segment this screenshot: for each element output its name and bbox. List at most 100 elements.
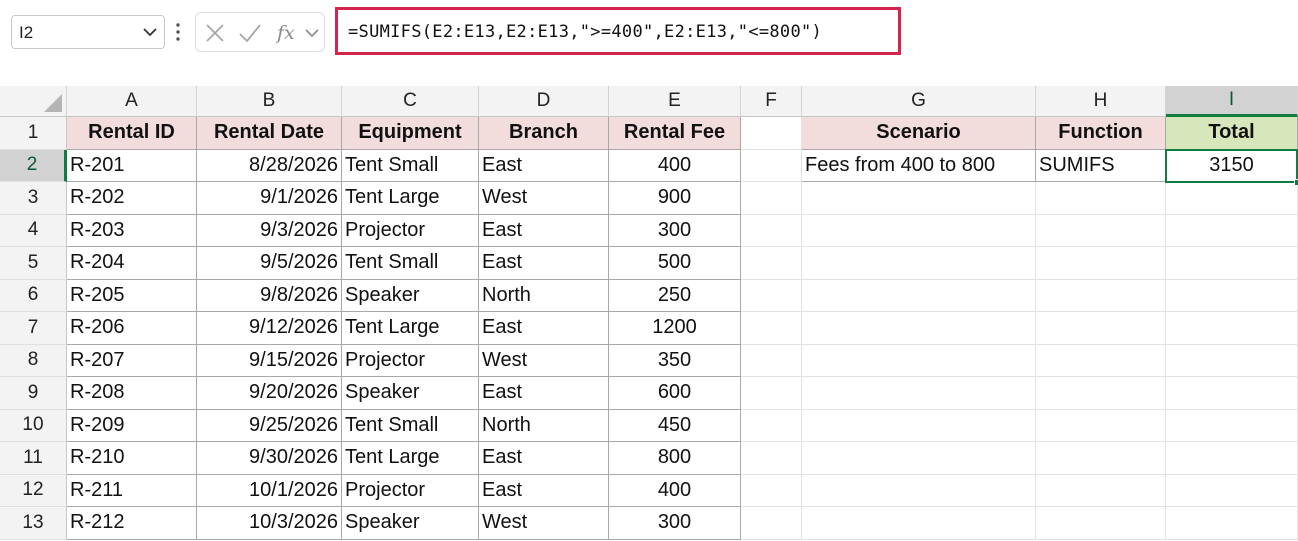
cell-d9[interactable]: East: [479, 377, 609, 410]
cell-d7[interactable]: East: [479, 312, 609, 345]
cell-f10[interactable]: [741, 409, 802, 442]
cell-a13[interactable]: R-212: [67, 507, 197, 540]
row-header-3[interactable]: 3: [0, 182, 67, 215]
cell-c1[interactable]: Equipment: [342, 117, 479, 150]
cell-i3[interactable]: [1166, 182, 1298, 215]
cell-g11[interactable]: [802, 442, 1036, 475]
cell-c12[interactable]: Projector: [342, 474, 479, 507]
cell-e4[interactable]: 300: [609, 214, 741, 247]
cell-c13[interactable]: Speaker: [342, 507, 479, 540]
cell-b2[interactable]: 8/28/2026: [197, 149, 342, 182]
cell-e7[interactable]: 1200: [609, 312, 741, 345]
cell-e5[interactable]: 500: [609, 247, 741, 280]
cell-c9[interactable]: Speaker: [342, 377, 479, 410]
cell-f6[interactable]: [741, 279, 802, 312]
cell-e10[interactable]: 450: [609, 409, 741, 442]
row-header-10[interactable]: 10: [0, 409, 67, 442]
cell-b4[interactable]: 9/3/2026: [197, 214, 342, 247]
cell-e3[interactable]: 900: [609, 182, 741, 215]
cell-h6[interactable]: [1036, 279, 1166, 312]
cell-b6[interactable]: 9/8/2026: [197, 279, 342, 312]
cell-a4[interactable]: R-203: [67, 214, 197, 247]
cell-h3[interactable]: [1036, 182, 1166, 215]
cell-a1[interactable]: Rental ID: [67, 117, 197, 150]
cell-h7[interactable]: [1036, 312, 1166, 345]
cell-c6[interactable]: Speaker: [342, 279, 479, 312]
cell-g7[interactable]: [802, 312, 1036, 345]
cell-d5[interactable]: East: [479, 247, 609, 280]
cell-e1[interactable]: Rental Fee: [609, 117, 741, 150]
cell-i2[interactable]: 3150: [1166, 149, 1298, 182]
column-header-i[interactable]: I: [1166, 86, 1298, 117]
cell-g5[interactable]: [802, 247, 1036, 280]
row-header-8[interactable]: 8: [0, 344, 67, 377]
column-header-b[interactable]: B: [197, 86, 342, 117]
cell-i1[interactable]: Total: [1166, 117, 1298, 150]
cell-a9[interactable]: R-208: [67, 377, 197, 410]
cell-f11[interactable]: [741, 442, 802, 475]
cell-a11[interactable]: R-210: [67, 442, 197, 475]
cell-c11[interactable]: Tent Large: [342, 442, 479, 475]
cell-h13[interactable]: [1036, 507, 1166, 540]
cell-h2[interactable]: SUMIFS: [1036, 149, 1166, 182]
cell-b7[interactable]: 9/12/2026: [197, 312, 342, 345]
cell-g1[interactable]: Scenario: [802, 117, 1036, 150]
cell-e11[interactable]: 800: [609, 442, 741, 475]
row-header-1[interactable]: 1: [0, 117, 67, 150]
cell-e6[interactable]: 250: [609, 279, 741, 312]
column-header-f[interactable]: F: [741, 86, 802, 117]
cell-f1[interactable]: [741, 117, 802, 150]
cell-a5[interactable]: R-204: [67, 247, 197, 280]
cell-i11[interactable]: [1166, 442, 1298, 475]
cell-d10[interactable]: North: [479, 409, 609, 442]
column-header-c[interactable]: C: [342, 86, 479, 117]
cell-a2[interactable]: R-201: [67, 149, 197, 182]
cell-b11[interactable]: 9/30/2026: [197, 442, 342, 475]
cell-i8[interactable]: [1166, 344, 1298, 377]
cell-c4[interactable]: Projector: [342, 214, 479, 247]
cell-f4[interactable]: [741, 214, 802, 247]
row-header-12[interactable]: 12: [0, 474, 67, 507]
cell-d3[interactable]: West: [479, 182, 609, 215]
cell-e8[interactable]: 350: [609, 344, 741, 377]
row-header-11[interactable]: 11: [0, 442, 67, 475]
cell-h10[interactable]: [1036, 409, 1166, 442]
cell-i9[interactable]: [1166, 377, 1298, 410]
cell-b9[interactable]: 9/20/2026: [197, 377, 342, 410]
cell-a6[interactable]: R-205: [67, 279, 197, 312]
cell-h5[interactable]: [1036, 247, 1166, 280]
cell-h1[interactable]: Function: [1036, 117, 1166, 150]
cell-i6[interactable]: [1166, 279, 1298, 312]
cell-i10[interactable]: [1166, 409, 1298, 442]
column-header-h[interactable]: H: [1036, 86, 1166, 117]
row-header-7[interactable]: 7: [0, 312, 67, 345]
cell-g9[interactable]: [802, 377, 1036, 410]
row-header-13[interactable]: 13: [0, 507, 67, 540]
column-header-g[interactable]: G: [802, 86, 1036, 117]
cell-f8[interactable]: [741, 344, 802, 377]
cell-a7[interactable]: R-206: [67, 312, 197, 345]
cell-d2[interactable]: East: [479, 149, 609, 182]
cell-i4[interactable]: [1166, 214, 1298, 247]
cell-b12[interactable]: 10/1/2026: [197, 474, 342, 507]
row-header-4[interactable]: 4: [0, 214, 67, 247]
name-box[interactable]: I2: [11, 15, 165, 49]
cell-b10[interactable]: 9/25/2026: [197, 409, 342, 442]
cell-g8[interactable]: [802, 344, 1036, 377]
cell-h4[interactable]: [1036, 214, 1166, 247]
cell-h12[interactable]: [1036, 474, 1166, 507]
cancel-icon[interactable]: [205, 22, 225, 44]
cell-e9[interactable]: 600: [609, 377, 741, 410]
fx-icon[interactable]: fx: [276, 22, 302, 44]
cell-f13[interactable]: [741, 507, 802, 540]
cell-g4[interactable]: [802, 214, 1036, 247]
enter-check-icon[interactable]: [238, 22, 262, 44]
more-options-icon[interactable]: [174, 20, 182, 44]
cell-e12[interactable]: 400: [609, 474, 741, 507]
cell-g13[interactable]: [802, 507, 1036, 540]
cell-h11[interactable]: [1036, 442, 1166, 475]
cell-h8[interactable]: [1036, 344, 1166, 377]
cell-g12[interactable]: [802, 474, 1036, 507]
row-header-6[interactable]: 6: [0, 279, 67, 312]
cell-i13[interactable]: [1166, 507, 1298, 540]
